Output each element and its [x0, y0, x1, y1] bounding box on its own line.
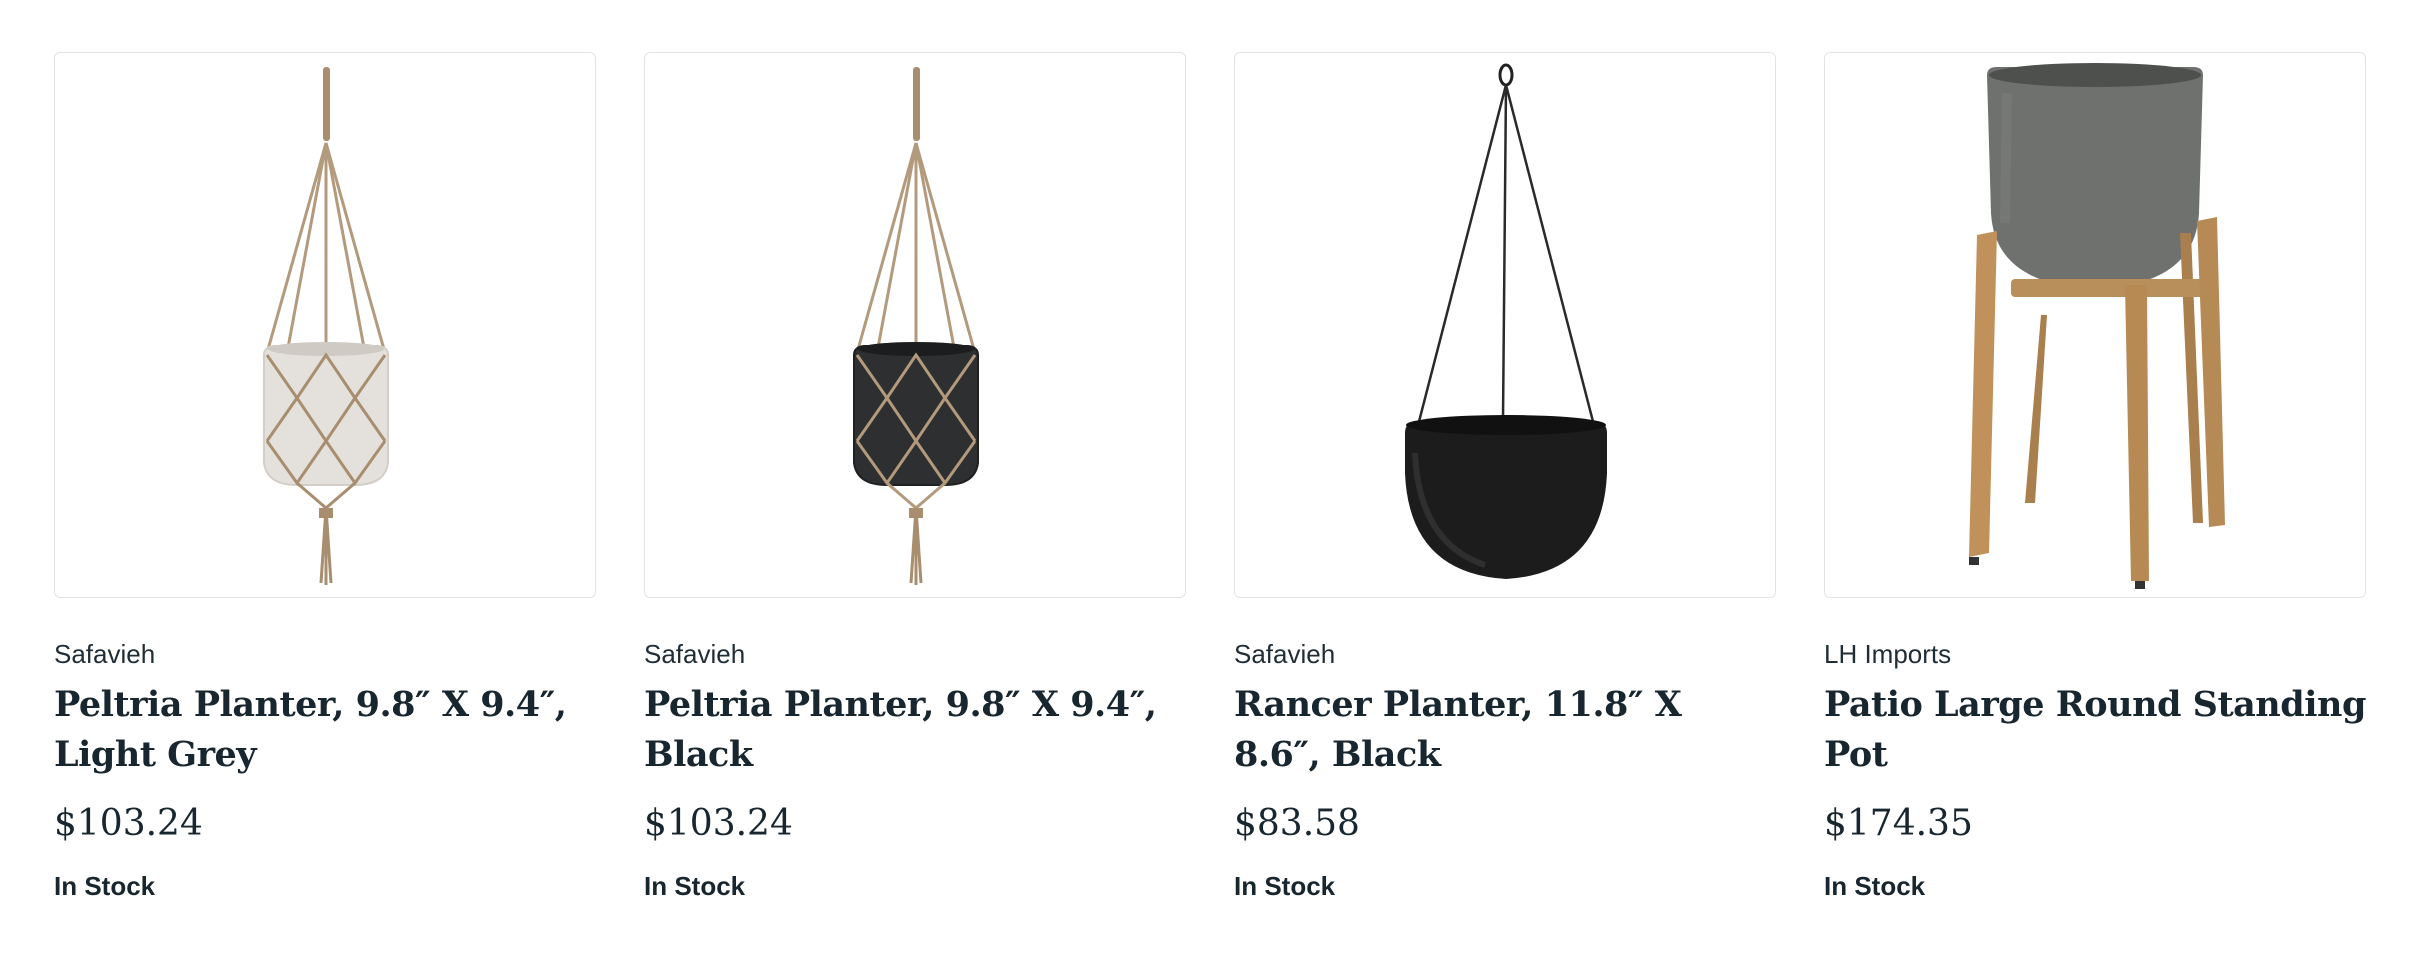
product-brand: Safavieh: [54, 639, 156, 669]
product-price: $83.58: [1234, 803, 1360, 844]
stock-status: In Stock: [54, 871, 156, 901]
product-brand: LH Imports: [1824, 639, 1952, 669]
product-brand: Safavieh: [644, 639, 746, 669]
product-grid: Safavieh Peltria Planter, 9.8″ X 9.4″, L…: [54, 52, 2366, 902]
product-name[interactable]: Peltria Planter, 9.8″ X 9.4″, Light Grey: [54, 680, 596, 780]
product-image[interactable]: [54, 52, 596, 598]
stock-status: In Stock: [644, 871, 746, 901]
product-card[interactable]: LH Imports Patio Large Round Standing Po…: [1824, 52, 2366, 902]
product-name[interactable]: Rancer Planter, 11.8″ X 8.6″, Black: [1234, 680, 1776, 780]
stock-status: In Stock: [1824, 871, 1926, 901]
product-price: $103.24: [54, 803, 203, 844]
product-price: $103.24: [644, 803, 793, 844]
stock-status: In Stock: [1234, 871, 1336, 901]
black-hanging-wire-planter-image: [1405, 63, 1607, 579]
product-card[interactable]: Safavieh Rancer Planter, 11.8″ X 8.6″, B…: [1234, 52, 1776, 902]
grey-pot-on-wooden-stand-image: [1969, 63, 2225, 589]
product-name[interactable]: Patio Large Round Standing Pot: [1824, 680, 2366, 780]
product-card[interactable]: Safavieh Peltria Planter, 9.8″ X 9.4″, B…: [644, 52, 1186, 902]
product-price: $174.35: [1824, 803, 1973, 844]
product-card[interactable]: Safavieh Peltria Planter, 9.8″ X 9.4″, L…: [54, 52, 596, 902]
product-brand: Safavieh: [1234, 639, 1336, 669]
black-hanging-planter-image: [853, 67, 979, 585]
product-name[interactable]: Peltria Planter, 9.8″ X 9.4″, Black: [644, 680, 1186, 780]
light-grey-hanging-planter-image: [263, 67, 389, 585]
product-image[interactable]: [1824, 52, 2366, 598]
product-image[interactable]: [1234, 52, 1776, 598]
product-image[interactable]: [644, 52, 1186, 598]
